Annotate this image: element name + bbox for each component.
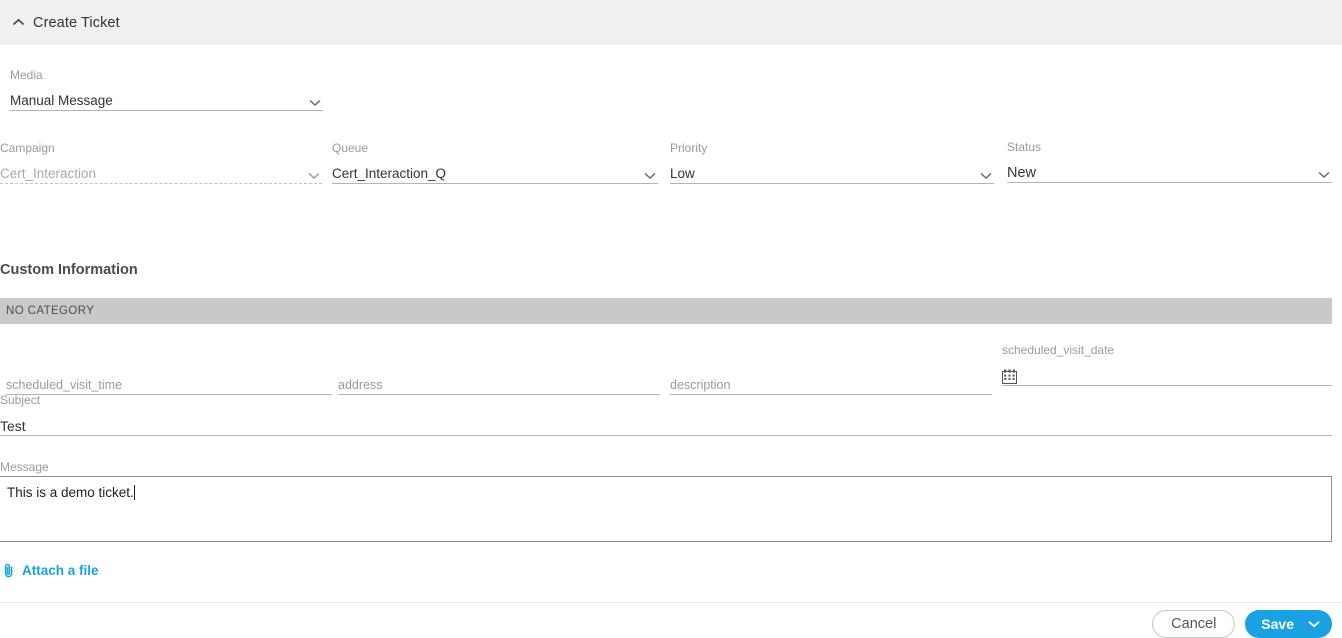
category-band: NO CATEGORY: [0, 298, 1332, 324]
field-message-input[interactable]: This is a demo ticket.: [0, 476, 1332, 542]
calendar-icon[interactable]: [1002, 369, 1017, 384]
field-queue-value: Cert_Interaction_Q: [332, 166, 447, 181]
field-message-label: Message: [0, 460, 49, 474]
field-subject[interactable]: Subject Test: [0, 393, 1332, 436]
save-button-label: Save: [1261, 616, 1294, 632]
paperclip-icon: [3, 562, 16, 578]
field-status-value: New: [1007, 165, 1037, 181]
field-subject-label: Subject: [0, 393, 41, 407]
field-scheduled-visit-date-control[interactable]: [1002, 363, 1332, 386]
field-media[interactable]: Media Manual Message: [10, 68, 323, 111]
page-title: Create Ticket: [33, 14, 120, 31]
field-media-control[interactable]: Manual Message: [10, 88, 323, 111]
custom-information-title: Custom Information: [0, 262, 138, 278]
field-campaign-value: Cert_Interaction: [0, 166, 97, 181]
field-priority-label: Priority: [670, 141, 708, 155]
field-status-control[interactable]: New: [1007, 160, 1332, 183]
field-address-control[interactable]: address: [338, 372, 660, 395]
save-button[interactable]: Save: [1245, 610, 1332, 638]
field-queue[interactable]: Queue Cert_Interaction_Q: [332, 141, 658, 184]
cancel-button[interactable]: Cancel: [1152, 610, 1236, 638]
category-band-label: NO CATEGORY: [6, 305, 95, 317]
attach-file-label: Attach a file: [22, 562, 99, 578]
field-scheduled-visit-time[interactable]: scheduled_visit_time: [6, 372, 332, 395]
field-media-value: Manual Message: [10, 93, 113, 108]
field-scheduled-visit-date[interactable]: scheduled_visit_date: [1002, 343, 1332, 386]
chevron-down-icon[interactable]: [1308, 620, 1320, 628]
field-address-placeholder: address: [338, 378, 383, 392]
field-scheduled-visit-date-label: scheduled_visit_date: [1002, 343, 1115, 357]
footer-actions: Cancel Save: [1152, 610, 1332, 638]
field-description[interactable]: description: [670, 372, 992, 395]
field-address[interactable]: address: [338, 372, 660, 395]
chevron-down-icon[interactable]: [644, 172, 656, 180]
footer-divider: [0, 602, 1342, 603]
field-message-value: This is a demo ticket.: [7, 485, 134, 500]
field-description-control[interactable]: description: [670, 372, 992, 395]
chevron-down-icon[interactable]: [309, 99, 321, 107]
text-cursor: [133, 485, 135, 500]
chevron-up-icon[interactable]: [10, 15, 26, 31]
panel-header: Create Ticket: [0, 0, 1342, 45]
field-subject-value: Test: [0, 418, 26, 434]
field-priority[interactable]: Priority Low: [670, 141, 994, 184]
field-media-label: Media: [10, 68, 43, 82]
chevron-down-icon[interactable]: [1318, 171, 1330, 179]
field-scheduled-visit-time-control[interactable]: scheduled_visit_time: [6, 372, 332, 395]
field-description-placeholder: description: [670, 378, 731, 392]
chevron-down-icon: [308, 172, 320, 180]
field-queue-label: Queue: [332, 141, 369, 155]
field-campaign: Campaign Cert_Interaction: [0, 141, 322, 184]
field-priority-value: Low: [670, 166, 695, 181]
field-priority-control[interactable]: Low: [670, 161, 994, 184]
field-campaign-control: Cert_Interaction: [0, 161, 322, 184]
field-queue-control[interactable]: Cert_Interaction_Q: [332, 161, 658, 184]
field-subject-control[interactable]: Test: [0, 413, 1332, 436]
field-status[interactable]: Status New: [1007, 140, 1332, 183]
field-campaign-label: Campaign: [0, 141, 55, 155]
attach-file-link[interactable]: Attach a file: [3, 562, 99, 578]
field-status-label: Status: [1007, 140, 1042, 154]
field-scheduled-visit-time-placeholder: scheduled_visit_time: [6, 378, 123, 392]
chevron-down-icon[interactable]: [980, 172, 992, 180]
